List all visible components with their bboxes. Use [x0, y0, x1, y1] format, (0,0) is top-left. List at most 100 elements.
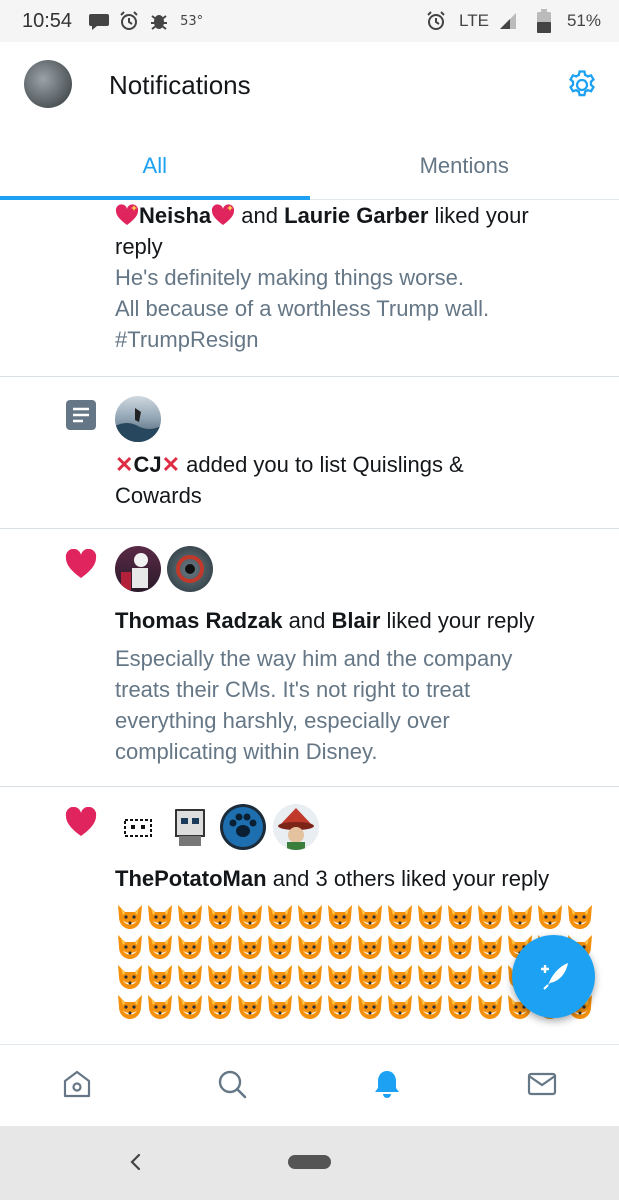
fox-face-emoji: [115, 902, 145, 932]
notification-headline: ThePotatoMan and 3 others liked your rep…: [115, 866, 550, 891]
fox-face-emoji: [415, 992, 445, 1022]
avatar[interactable]: [115, 396, 161, 442]
fox-face-emoji: [355, 932, 385, 962]
heart-icon: [65, 806, 97, 841]
avatar[interactable]: [220, 804, 266, 850]
fox-face-emoji: [175, 992, 205, 1022]
avatar[interactable]: [167, 804, 213, 850]
fox-face-emoji: [295, 932, 325, 962]
fox-face-emoji: [325, 932, 355, 962]
fox-face-emoji: [115, 962, 145, 992]
fox-face-emoji: [205, 932, 235, 962]
notification-headline-cont: reply: [115, 234, 163, 259]
fox-face-emoji: [115, 992, 145, 1022]
fox-face-emoji: [385, 992, 415, 1022]
user-name[interactable]: Thomas Radzak: [115, 608, 283, 633]
notification-item[interactable]: Thomas Radzak and Blair liked your reply…: [0, 529, 619, 787]
tweet-preview-line: He's definitely making things worse.: [115, 265, 465, 290]
user-name[interactable]: CJ: [133, 452, 161, 477]
network-type: LTE: [459, 11, 489, 30]
fox-face-emoji: [205, 902, 235, 932]
message-icon: [86, 8, 112, 34]
fox-face-emoji: [445, 962, 475, 992]
notification-item[interactable]: ✕CJ✕ added you to list Quislings & Cowar…: [0, 377, 619, 529]
avatar[interactable]: [115, 546, 161, 592]
fox-face-emoji: [535, 902, 565, 932]
notification-headline: ✕CJ✕ added you to list Quislings &: [115, 452, 464, 477]
tweet-preview-line: everything harshly, especially over: [115, 708, 450, 733]
fox-face-emoji: [235, 932, 265, 962]
fox-face-emoji: [265, 932, 295, 962]
fox-face-emoji: [205, 962, 235, 992]
notification-tabs: All Mentions: [0, 132, 619, 200]
nav-home[interactable]: [0, 1045, 155, 1126]
profile-avatar[interactable]: [24, 60, 72, 108]
gear-icon[interactable]: [565, 68, 599, 102]
fox-face-emoji: [325, 992, 355, 1022]
fox-face-emoji: [175, 932, 205, 962]
user-name[interactable]: Blair: [331, 608, 380, 633]
fox-face-emoji: [355, 992, 385, 1022]
nav-messages[interactable]: [464, 1045, 619, 1126]
signal-icon: [495, 8, 521, 34]
fox-face-emoji: [385, 932, 415, 962]
compose-tweet-button[interactable]: [512, 935, 595, 1018]
fox-face-emoji: [415, 962, 445, 992]
fox-face-emoji: [175, 902, 205, 932]
compose-tweet-icon: [534, 955, 574, 999]
user-name[interactable]: Laurie Garber: [284, 203, 428, 228]
temperature-text: 53°: [180, 13, 204, 29]
fox-face-emoji: [505, 902, 535, 932]
nav-notifications[interactable]: [310, 1045, 465, 1126]
fox-face-emoji: [145, 932, 175, 962]
notifications-bell-icon: [371, 1068, 403, 1104]
fox-face-emoji: [355, 902, 385, 932]
tweet-preview-line: All because of a worthless Trump wall.: [115, 296, 490, 321]
fox-face-emoji: [565, 902, 595, 932]
notification-item[interactable]: Neisha and Laurie Garber liked your repl…: [0, 200, 619, 377]
fox-face-emoji: [385, 962, 415, 992]
notifications-feed[interactable]: Neisha and Laurie Garber liked your repl…: [0, 200, 619, 1044]
fox-face-emoji: [265, 962, 295, 992]
user-name[interactable]: ThePotatoMan: [115, 866, 267, 891]
messages-envelope-icon: [526, 1068, 558, 1104]
battery-icon: [531, 8, 557, 34]
app-header: Notifications: [0, 42, 619, 132]
fox-face-emoji: [145, 902, 175, 932]
tab-mentions[interactable]: Mentions: [310, 132, 619, 199]
fox-face-emoji: [415, 902, 445, 932]
system-navigation-bar: [0, 1126, 619, 1200]
tweet-preview-line: #TrumpResign: [115, 327, 259, 352]
fox-face-emoji: [235, 992, 265, 1022]
fox-face-emoji: [475, 962, 505, 992]
fox-face-emoji: [325, 902, 355, 932]
user-name[interactable]: Neisha: [139, 203, 211, 228]
avatar[interactable]: [115, 804, 161, 850]
fox-face-emoji: [295, 962, 325, 992]
cross-mark-emoji: ✕: [115, 452, 134, 477]
tweet-preview-line: complicating within Disney.: [115, 739, 378, 764]
alarm-icon: [423, 8, 449, 34]
bottom-navigation: [0, 1044, 619, 1126]
home-gesture-pill[interactable]: [288, 1155, 331, 1169]
fox-face-emoji: [235, 902, 265, 932]
status-bar: 10:54 53° LTE 51%: [0, 0, 619, 42]
notification-headline: Thomas Radzak and Blair liked your reply: [115, 608, 535, 633]
nav-search[interactable]: [155, 1045, 310, 1126]
fox-face-emoji: [445, 902, 475, 932]
fox-face-emoji: [415, 932, 445, 962]
fox-face-emoji: [355, 962, 385, 992]
heart-icon: [65, 548, 97, 583]
search-icon: [216, 1068, 248, 1104]
avatar[interactable]: [167, 546, 213, 592]
sparkling-heart-emoji: [115, 203, 139, 225]
fox-face-emoji: [475, 932, 505, 962]
tab-all[interactable]: All: [0, 132, 310, 200]
cross-mark-emoji: ✕: [161, 452, 180, 477]
fox-face-emoji: [445, 932, 475, 962]
back-icon[interactable]: [124, 1150, 148, 1174]
list-icon: [65, 399, 97, 435]
fox-face-emoji: [205, 992, 235, 1022]
page-title: Notifications: [109, 70, 251, 100]
avatar[interactable]: [273, 804, 319, 850]
